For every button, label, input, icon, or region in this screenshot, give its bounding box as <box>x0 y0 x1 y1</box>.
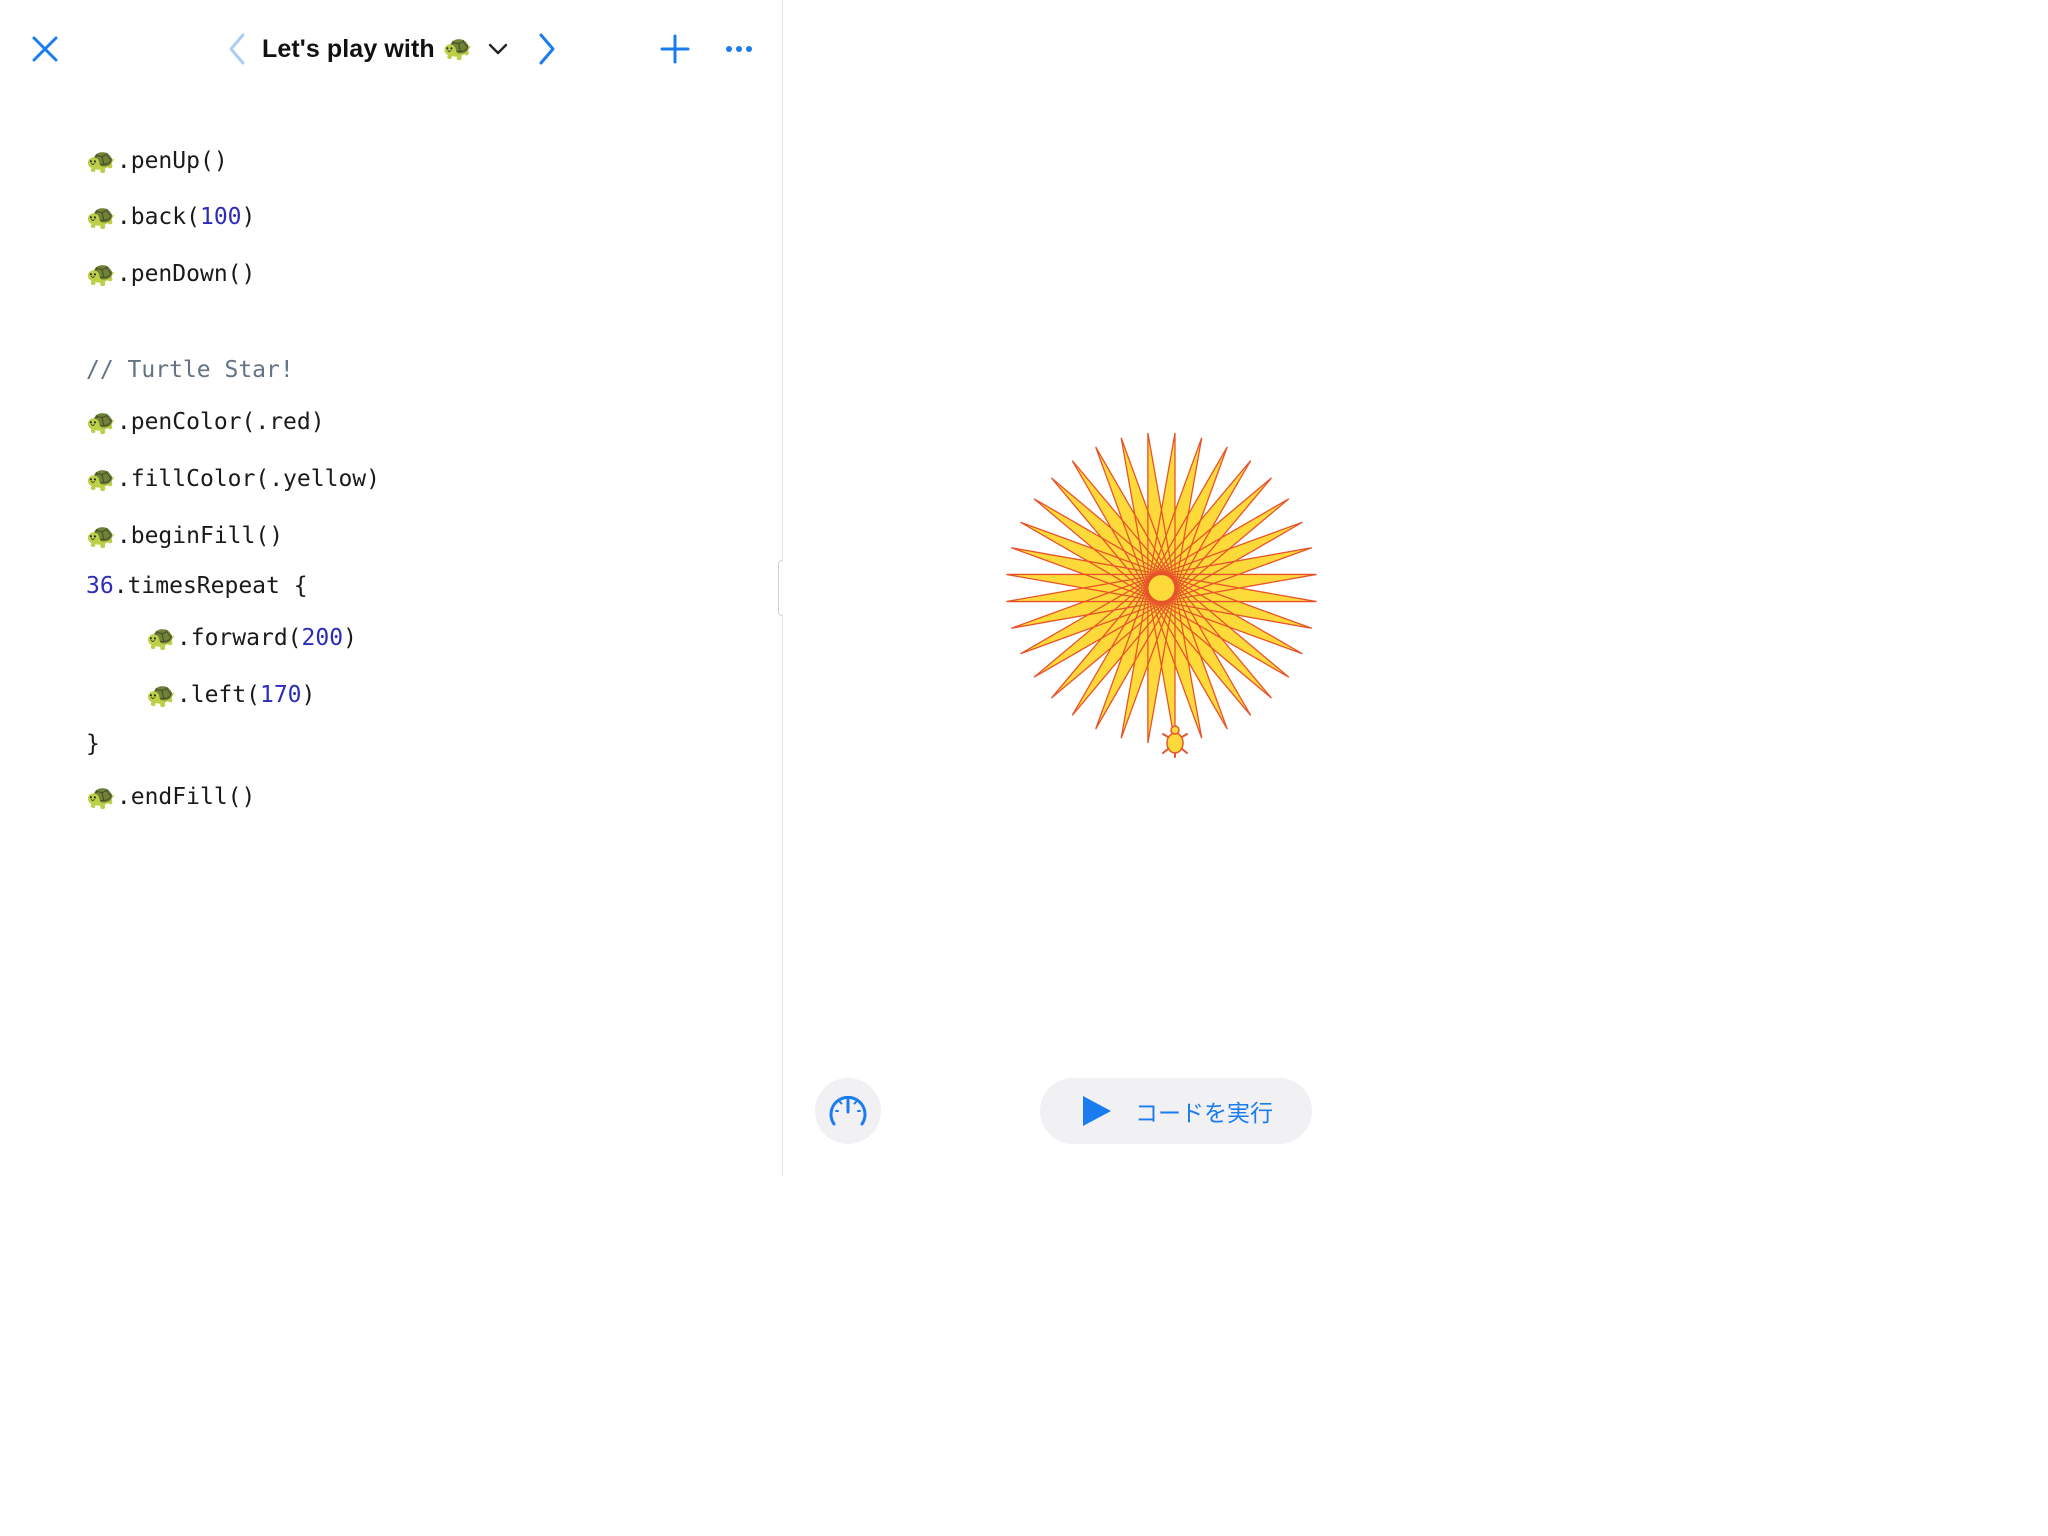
chevron-right-icon <box>539 33 555 65</box>
app-window: Let's play with 🐢 � <box>0 0 1568 1176</box>
play-icon <box>1083 1096 1111 1126</box>
page-title-dropdown[interactable]: Let's play with 🐢 <box>262 28 509 70</box>
code-text: ) <box>343 625 357 651</box>
code-text: .penColor(.red) <box>116 409 325 435</box>
code-line[interactable]: 🐢 .fillColor(.yellow) <box>86 462 380 496</box>
code-number[interactable]: 100 <box>200 204 242 230</box>
code-text: .penDown() <box>116 261 256 287</box>
page-title: Let's play with <box>262 34 435 63</box>
code-number[interactable]: 200 <box>302 625 344 651</box>
ellipsis-icon <box>726 46 752 52</box>
code-text: ) <box>241 204 256 230</box>
code-line[interactable]: 🐢 .penUp() <box>86 144 228 178</box>
code-text: .endFill() <box>116 784 256 810</box>
speed-button[interactable] <box>815 1078 881 1144</box>
turtle-canvas <box>1006 432 1317 758</box>
run-code-label: コードを実行 <box>1135 1101 1273 1127</box>
turtle-star-drawing <box>1006 432 1317 744</box>
code-text: .left( <box>176 682 260 708</box>
code-text: ) <box>301 682 316 708</box>
turtle-icon: 🐢 <box>146 624 176 652</box>
code-line[interactable]: 🐢 .endFill() <box>86 780 255 814</box>
close-button[interactable] <box>24 28 66 70</box>
code-line[interactable]: } <box>86 727 100 761</box>
code-text: .beginFill() <box>116 523 284 549</box>
code-line[interactable]: 36 .timesRepeat { <box>86 569 308 603</box>
code-text: .back( <box>116 204 200 230</box>
close-icon <box>32 36 58 62</box>
next-page-button[interactable] <box>530 28 564 70</box>
turtle-icon: 🐢 <box>146 681 176 709</box>
code-editor-pane: Let's play with 🐢 � <box>0 0 782 1176</box>
code-line[interactable]: 🐢 .left(170) <box>146 678 315 712</box>
code-line[interactable]: 🐢 .back(100) <box>86 200 255 234</box>
add-button[interactable] <box>654 28 696 70</box>
code-number[interactable]: 170 <box>260 682 302 708</box>
code-text: } <box>86 731 100 757</box>
code-line[interactable]: 🐢 .penDown() <box>86 257 255 291</box>
turtle-icon: 🐢 <box>86 783 116 811</box>
code-text: .penUp() <box>116 148 228 174</box>
code-line[interactable]: 🐢 .forward(200) <box>146 621 357 655</box>
chevron-down-icon <box>488 43 507 55</box>
run-code-button[interactable]: コードを実行 <box>1040 1078 1312 1144</box>
star-polygon <box>1006 432 1317 744</box>
code-text: .forward( <box>176 625 302 651</box>
code-text: .fillColor(.yellow) <box>116 466 380 492</box>
turtle-sprite <box>1162 725 1188 758</box>
turtle-icon: 🐢 <box>86 522 116 550</box>
code-number[interactable]: 36 <box>86 573 114 599</box>
turtle-icon: 🐢 <box>86 465 116 493</box>
chevron-left-icon <box>229 33 245 65</box>
code-comment[interactable]: // Turtle Star! <box>86 353 294 387</box>
turtle-icon: 🐢 <box>86 260 116 288</box>
code-line[interactable]: 🐢 .beginFill() <box>86 519 283 553</box>
turtle-icon: 🐢 <box>86 147 116 175</box>
live-view-pane: コードを実行 <box>783 0 1568 1176</box>
speedometer-icon <box>829 1095 867 1126</box>
plus-icon <box>660 34 690 64</box>
code-text: .timesRepeat { <box>113 573 308 599</box>
previous-page-button[interactable] <box>220 28 254 70</box>
more-options-button[interactable] <box>718 28 760 70</box>
turtle-icon: 🐢 <box>442 35 473 62</box>
comment-text: // Turtle Star! <box>86 357 294 383</box>
turtle-icon: 🐢 <box>86 203 116 231</box>
turtle-icon: 🐢 <box>86 408 116 436</box>
code-line[interactable]: 🐢 .penColor(.red) <box>86 405 325 439</box>
